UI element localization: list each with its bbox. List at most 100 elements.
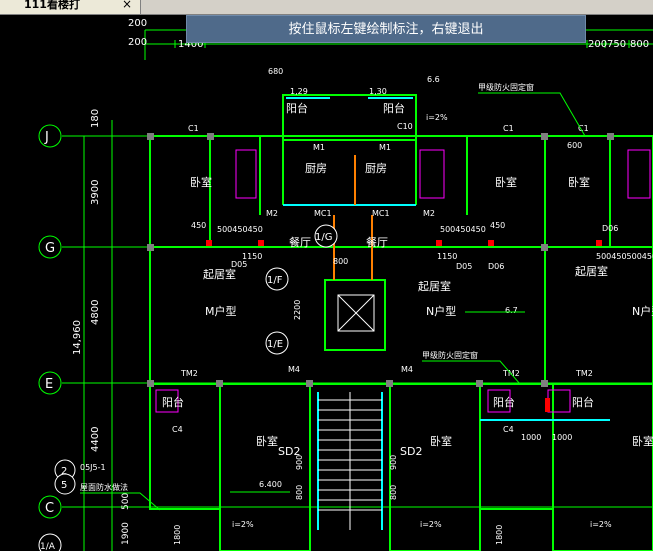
- tag-tm2-a: TM2: [180, 369, 198, 378]
- tag-m4-b: M4: [401, 365, 413, 374]
- size-1000-b: 1000: [552, 433, 572, 442]
- tag-mc1-b: MC1: [372, 209, 390, 218]
- unit-type-n-2: N户型: [632, 304, 653, 318]
- leader-lines: [80, 92, 586, 511]
- size-600: 600: [567, 141, 582, 150]
- dim-1900: 1900: [121, 522, 131, 545]
- note-ref-code: 05J5-1: [80, 463, 106, 472]
- dim-680: 680: [268, 67, 283, 76]
- note-slope-c: i=2%: [426, 113, 448, 122]
- room-bedroom-1: 卧室: [190, 175, 212, 189]
- tag-d06-b: D06: [602, 224, 618, 233]
- room-living-1: 起居室: [203, 267, 236, 281]
- room-balcony-3: 阳台: [162, 395, 184, 409]
- dim-14960: 14,960: [72, 320, 83, 355]
- axis-e-label: E: [45, 377, 53, 392]
- annotation-notes: 甲级防火固定窗 甲级防火固定窗 6.400 6.7 05J5-1 屋面防水做法 …: [80, 82, 612, 529]
- dim-180: 180: [90, 109, 101, 128]
- tag-d05-b: D05: [456, 262, 472, 271]
- dim-200a: 200: [128, 18, 147, 29]
- tag-c1-a: C1: [188, 124, 199, 133]
- size-800-c: 800: [389, 485, 398, 500]
- tag-c30: 1,30: [369, 87, 387, 96]
- ref-circle-bottom: 5: [61, 480, 67, 491]
- size-450-b: 450: [490, 221, 505, 230]
- axis-j-label: J: [44, 130, 49, 145]
- size-1000-a: 1000: [521, 433, 541, 442]
- tag-c1-c: C1: [578, 124, 589, 133]
- note-fire-window-1: 甲级防火固定窗: [478, 82, 534, 92]
- room-bedroom-2: 卧室: [495, 175, 517, 189]
- tag-c10: C10: [397, 122, 413, 131]
- size-1800-b: 1800: [495, 525, 504, 545]
- room-balcony-4: 阳台: [493, 395, 515, 409]
- stair-treads: [318, 392, 382, 530]
- tag-c9: 1,29: [290, 87, 308, 96]
- size-450-a: 450: [191, 221, 206, 230]
- dim-750: 750: [607, 39, 626, 50]
- size-900-b: 900: [389, 455, 398, 470]
- room-living-3: 起居室: [575, 264, 608, 278]
- room-balcony-5: 阳台: [572, 395, 594, 409]
- note-roof-waterproof: 屋面防水做法: [80, 482, 128, 492]
- size-500-chain-a: 500450450: [217, 225, 263, 234]
- size-900-a: 900: [295, 455, 304, 470]
- aux-axis-1f: 1/F: [267, 275, 283, 286]
- size-500-chain-c: 500450500450: [596, 252, 653, 261]
- note-slope-a: i=2%: [232, 520, 254, 529]
- tag-d06: D06: [488, 262, 504, 271]
- size-800-b: 800: [295, 485, 304, 500]
- document-tab-bar: 111看楼打 ×: [0, 0, 653, 15]
- size-1150-b: 1150: [437, 252, 457, 261]
- room-bedroom-6: 卧室: [632, 434, 653, 448]
- tag-m4-a: M4: [288, 365, 300, 374]
- tag-m1-a: M1: [313, 143, 325, 152]
- size-800-a: 800: [333, 257, 348, 266]
- room-living-2: 起居室: [418, 279, 451, 293]
- tag-c1-b: C1: [503, 124, 514, 133]
- ref-circle-top: 2: [61, 466, 67, 477]
- tag-c4-b: C4: [503, 425, 514, 434]
- wall-outlines: [149, 94, 653, 551]
- dim-4400: 4400: [90, 427, 101, 452]
- unit-type-n: N户型: [426, 304, 456, 318]
- command-prompt-banner: 按住鼠标左键绘制标注，右键退出: [186, 15, 586, 43]
- tag-m2-b: M2: [423, 209, 435, 218]
- tag-m1-b: M1: [379, 143, 391, 152]
- note-elevation-2: 6.7: [505, 306, 518, 315]
- room-bedroom-3: 卧室: [568, 175, 590, 189]
- cad-drawing-canvas[interactable]: 200 200 1400 200 750 800 J G E C 180 390…: [0, 15, 653, 551]
- elevator-shaft: [337, 294, 375, 332]
- note-slope-b: i=2%: [420, 520, 442, 529]
- size-1800-a: 1800: [173, 525, 182, 545]
- close-tab-icon[interactable]: ×: [122, 0, 132, 11]
- tag-d05: D05: [231, 260, 247, 269]
- axis-g-label: G: [45, 241, 55, 256]
- tag-mc1-a: MC1: [314, 209, 332, 218]
- size-2200: 2200: [293, 300, 302, 320]
- note-elevation: 6.400: [259, 480, 282, 489]
- dim-800: 800: [630, 39, 649, 50]
- room-balcony-1: 阳台: [286, 101, 308, 115]
- door-sd2-b: SD2: [400, 445, 422, 458]
- tag-m2-a: M2: [266, 209, 278, 218]
- room-dining-2: 餐厅: [366, 235, 388, 249]
- aux-axis-1g: 1/G: [315, 232, 332, 243]
- size-1150-a: 1150: [242, 252, 262, 261]
- note-slope-d: i=2%: [590, 520, 612, 529]
- dim-3900: 3900: [90, 180, 101, 205]
- axis-c-label: C: [45, 501, 54, 516]
- room-balcony-2: 阳台: [383, 101, 405, 115]
- room-bedroom-4: 卧室: [256, 434, 278, 448]
- tag-tm2-c: TM2: [575, 369, 593, 378]
- room-bedroom-5: 卧室: [430, 434, 452, 448]
- axis-bubbles: [38, 124, 62, 519]
- note-fire-window-2: 甲级防火固定窗: [422, 350, 478, 360]
- dim-200b: 200: [128, 37, 147, 48]
- room-dining-1: 餐厅: [289, 235, 311, 249]
- document-tab[interactable]: 111看楼打 ×: [0, 0, 141, 14]
- size-500-chain-b: 500450450: [440, 225, 486, 234]
- room-kitchen-1: 厨房: [305, 162, 327, 175]
- unit-type-m: M户型: [205, 304, 237, 318]
- dim-200c: 200: [588, 39, 607, 50]
